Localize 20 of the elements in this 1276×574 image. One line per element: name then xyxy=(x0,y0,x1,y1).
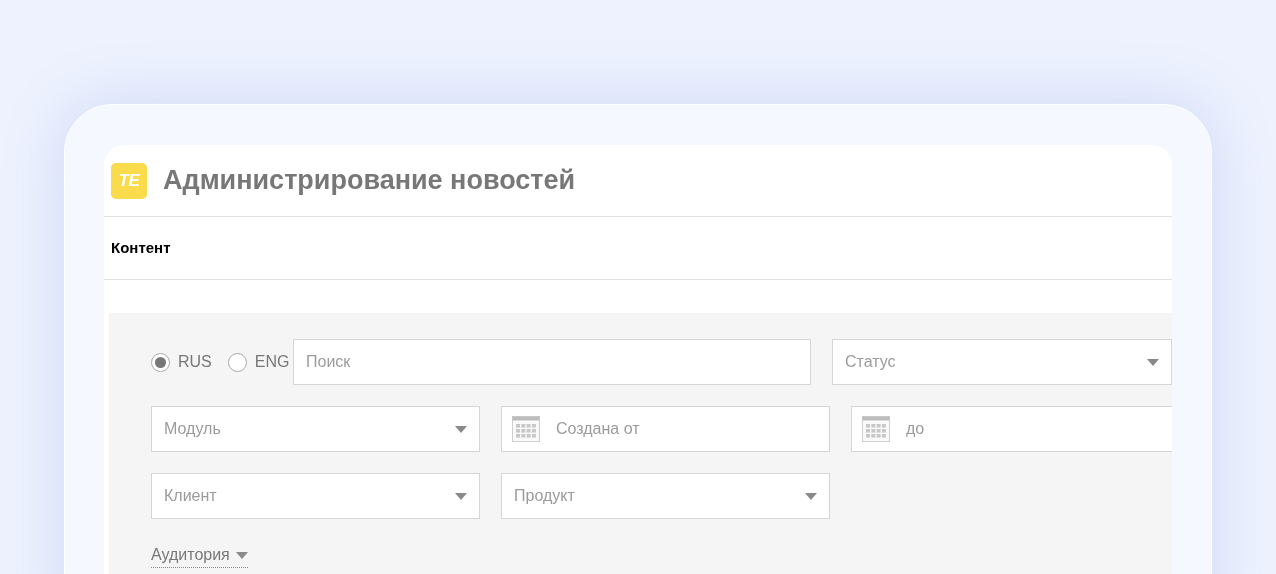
select-field[interactable]: Модуль xyxy=(151,406,480,452)
search-field[interactable]: Поиск xyxy=(293,339,811,385)
audience-toggle[interactable]: Аудитория xyxy=(151,543,248,568)
calendar-icon xyxy=(512,416,540,442)
language-radio[interactable]: ENG xyxy=(227,350,290,374)
tab[interactable]: Контент xyxy=(111,236,171,260)
page-title: Администрирование новостей xyxy=(163,164,576,198)
caret-icon xyxy=(805,492,817,500)
language-radio[interactable]: RUS xyxy=(151,350,212,374)
caret-icon xyxy=(455,425,467,433)
calendar-icon xyxy=(862,416,890,442)
select-field[interactable]: Статус xyxy=(832,339,1172,385)
caret-icon xyxy=(1147,358,1159,366)
select-field[interactable]: Продукт xyxy=(501,473,830,519)
caret-icon xyxy=(235,551,248,559)
logo: TE xyxy=(111,162,147,199)
select-field[interactable]: Клиент xyxy=(151,473,480,519)
caret-icon xyxy=(455,492,467,500)
date-field[interactable]: Создана от xyxy=(501,406,830,452)
date-field[interactable]: до xyxy=(851,406,1172,452)
